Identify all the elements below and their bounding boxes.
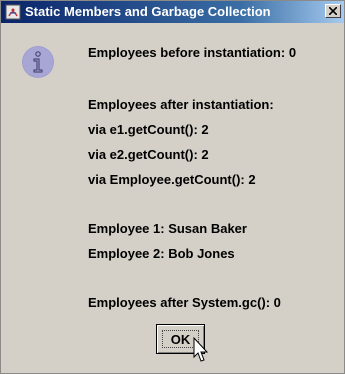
info-icon: [22, 46, 54, 78]
window-title: Static Members and Garbage Collection: [25, 4, 271, 19]
title-bar[interactable]: Static Members and Garbage Collection: [1, 1, 344, 23]
message-employee-1: Employee 1: Susan Baker: [88, 221, 247, 236]
message-e1-count: via e1.getCount(): 2: [88, 122, 209, 137]
message-count-after-gc: Employees after System.gc(): 0: [88, 295, 281, 310]
dialog-window: Static Members and Garbage Collection Em…: [0, 0, 345, 374]
close-button[interactable]: [325, 4, 341, 18]
message-static-count: via Employee.getCount(): 2: [88, 172, 256, 187]
message-employee-2: Employee 2: Bob Jones: [88, 246, 235, 261]
message-count-before: Employees before instantiation: 0: [88, 45, 297, 60]
message-count-after-header: Employees after instantiation:: [88, 97, 274, 112]
message-e2-count: via e2.getCount(): 2: [88, 147, 209, 162]
close-icon: [329, 7, 337, 15]
java-app-icon: [5, 4, 21, 20]
mouse-cursor-icon: [193, 337, 209, 362]
